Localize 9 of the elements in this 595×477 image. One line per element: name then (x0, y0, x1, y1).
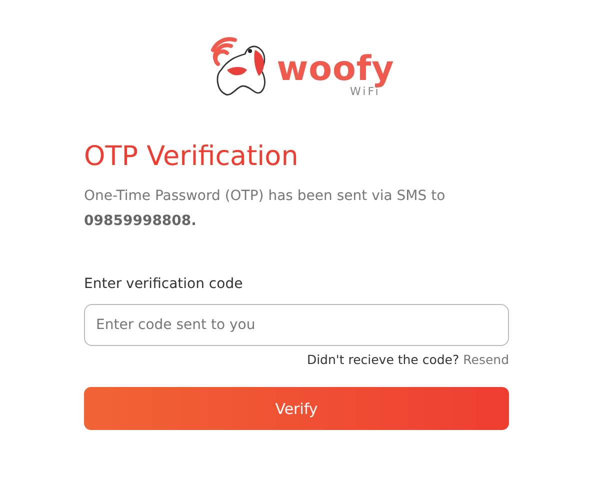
resend-prompt: Didn't recieve the code? (306, 352, 460, 367)
verify-button[interactable]: Verify (84, 387, 509, 430)
logo-tagline: WiFi (350, 86, 380, 98)
code-input-field[interactable]: Enter code sent to you (84, 304, 509, 346)
description-text: One-Time Password (OTP) has been sent via SMS to 09859998808. (84, 187, 446, 231)
logo-wordmark: woofy (276, 52, 394, 86)
field-label: Enter verification code (84, 275, 244, 294)
page-title: OTP Verification (84, 140, 300, 174)
resend-link[interactable]: Resend (463, 352, 509, 367)
